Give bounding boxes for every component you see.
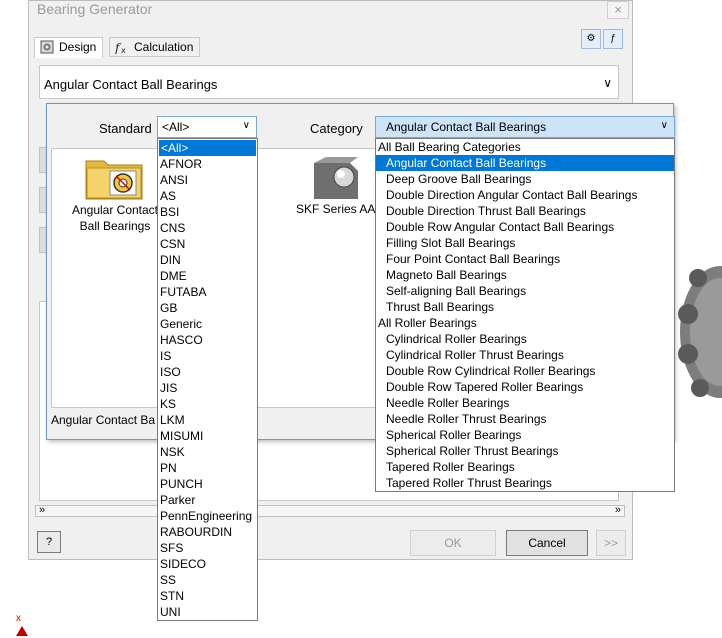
standard-option[interactable]: IS — [158, 348, 257, 364]
category-option[interactable]: Spherical Roller Thrust Bearings — [376, 443, 674, 459]
status-text: Angular Contact Ba — [51, 413, 156, 427]
cancel-button[interactable]: Cancel — [506, 530, 588, 556]
category-option[interactable]: Magneto Ball Bearings — [376, 267, 674, 283]
standard-label: Standard — [99, 121, 152, 136]
category-option[interactable]: Tapered Roller Bearings — [376, 459, 674, 475]
standard-option[interactable]: GB — [158, 300, 257, 316]
main-category-value: Angular Contact Ball Bearings — [44, 77, 218, 92]
main-category-combo[interactable]: Angular Contact Ball Bearings ∨ — [39, 65, 619, 99]
standard-option[interactable]: AS — [158, 188, 257, 204]
category-option[interactable]: Needle Roller Bearings — [376, 395, 674, 411]
standard-option[interactable]: JIS — [158, 380, 257, 396]
standard-option[interactable]: SIDECO — [158, 556, 257, 572]
toolbar-icons: ⚙ ƒ — [581, 29, 625, 51]
standard-option[interactable]: UNI — [158, 604, 257, 620]
standard-option[interactable]: DME — [158, 268, 257, 284]
standard-dropdown-list: <All> AFNOR ANSI AS BSI CNS CSN DIN DME FUTABA GB G… — [157, 138, 258, 621]
category-group-option[interactable]: All Ball Bearing Categories — [376, 139, 674, 155]
standard-option[interactable]: DIN — [158, 252, 257, 268]
chevron-down-icon: ∨ — [242, 120, 250, 131]
fx-toggle-icon[interactable]: ƒ — [603, 29, 623, 49]
standard-option[interactable]: LKM — [158, 412, 257, 428]
standard-option[interactable]: RABOURDIN — [158, 524, 257, 540]
series-item-label[interactable]: SKF Series AA — [296, 202, 375, 216]
axis-x-label: x — [16, 613, 21, 624]
help-button[interactable]: ? — [37, 531, 61, 553]
chevron-down-icon: ∨ — [603, 76, 612, 90]
standard-option[interactable]: KS — [158, 396, 257, 412]
category-option[interactable]: Cylindrical Roller Thrust Bearings — [376, 347, 674, 363]
category-option[interactable]: Spherical Roller Bearings — [376, 427, 674, 443]
category-option[interactable]: Double Row Angular Contact Ball Bearings — [376, 219, 674, 235]
standard-option[interactable]: Parker — [158, 492, 257, 508]
bearing-3d-preview — [678, 266, 722, 398]
category-option[interactable]: Tapered Roller Thrust Bearings — [376, 475, 674, 491]
category-option[interactable]: Cylindrical Roller Bearings — [376, 331, 674, 347]
standard-option[interactable]: CSN — [158, 236, 257, 252]
more-button[interactable]: >> — [596, 530, 626, 556]
standard-option[interactable]: PUNCH — [158, 476, 257, 492]
category-item-label-line2: Ball Bearings — [79, 219, 151, 233]
category-combo[interactable]: Angular Contact Ball Bearings ∨ — [375, 116, 675, 138]
category-option[interactable]: Angular Contact Ball Bearings — [376, 155, 674, 171]
standard-option[interactable]: SS — [158, 572, 257, 588]
ok-button[interactable]: OK — [410, 530, 496, 556]
category-option[interactable]: Double Direction Angular Contact Ball Be… — [376, 187, 674, 203]
tab-calculation[interactable]: f x Calculation — [109, 37, 201, 57]
standard-option[interactable]: MISUMI — [158, 428, 257, 444]
standard-option[interactable]: <All> — [159, 140, 256, 156]
chevron-down-icon: ∨ — [660, 120, 668, 131]
category-option[interactable]: Double Row Tapered Roller Bearings — [376, 379, 674, 395]
category-option[interactable]: Thrust Ball Bearings — [376, 299, 674, 315]
standard-option[interactable]: CNS — [158, 220, 257, 236]
collapse-bar[interactable]: » » — [35, 504, 625, 517]
standard-option[interactable]: AFNOR — [158, 156, 257, 172]
category-option[interactable]: Needle Roller Thrust Bearings — [376, 411, 674, 427]
svg-text:x: x — [121, 46, 126, 54]
category-value: Angular Contact Ball Bearings — [386, 120, 547, 134]
standard-option[interactable]: PN — [158, 460, 257, 476]
design-icon — [40, 40, 54, 54]
category-option[interactable]: Four Point Contact Ball Bearings — [376, 251, 674, 267]
category-option[interactable]: Deep Groove Ball Bearings — [376, 171, 674, 187]
standard-option[interactable]: PennEngineering — [158, 508, 257, 524]
double-chevron-down-icon[interactable]: » — [615, 504, 621, 516]
standard-option[interactable]: NSK — [158, 444, 257, 460]
standard-value: <All> — [162, 120, 190, 134]
tab-design[interactable]: Design — [34, 37, 104, 58]
tab-design-label: Design — [59, 40, 97, 54]
category-option[interactable]: Double Row Cylindrical Roller Bearings — [376, 363, 674, 379]
category-option[interactable]: Double Direction Thrust Ball Bearings — [376, 203, 674, 219]
double-chevron-down-icon[interactable]: » — [39, 504, 45, 516]
category-group-option[interactable]: All Roller Bearings — [376, 315, 674, 331]
standard-option[interactable]: ISO — [158, 364, 257, 380]
close-button[interactable]: × — [607, 1, 629, 19]
axis-triad-icon — [16, 626, 28, 636]
standard-option[interactable]: STN — [158, 588, 257, 604]
category-dropdown-list: All Ball Bearing Categories Angular Conta… — [375, 138, 675, 492]
standard-combo[interactable]: <All> ∨ — [157, 116, 257, 138]
category-label: Category — [310, 121, 363, 136]
standard-option[interactable]: FUTABA — [158, 284, 257, 300]
skf-bearing-icon[interactable] — [310, 153, 362, 201]
standard-option[interactable]: SFS — [158, 540, 257, 556]
standard-option[interactable]: BSI — [158, 204, 257, 220]
folder-icon[interactable] — [84, 153, 144, 201]
standard-option[interactable]: Generic — [158, 316, 257, 332]
category-option[interactable]: Self-aligning Ball Bearings — [376, 283, 674, 299]
category-option[interactable]: Filling Slot Ball Bearings — [376, 235, 674, 251]
category-item-label-line1: Angular Contact — [71, 203, 159, 217]
fx-icon: f x — [115, 41, 126, 54]
category-item-label[interactable]: Angular Contact Ball Bearings — [60, 202, 170, 234]
window-title: Bearing Generator — [37, 1, 153, 17]
standard-option[interactable]: ANSI — [158, 172, 257, 188]
tab-calculation-label: Calculation — [134, 40, 194, 54]
settings-icon[interactable]: ⚙ — [581, 29, 601, 49]
standard-option[interactable]: HASCO — [158, 332, 257, 348]
